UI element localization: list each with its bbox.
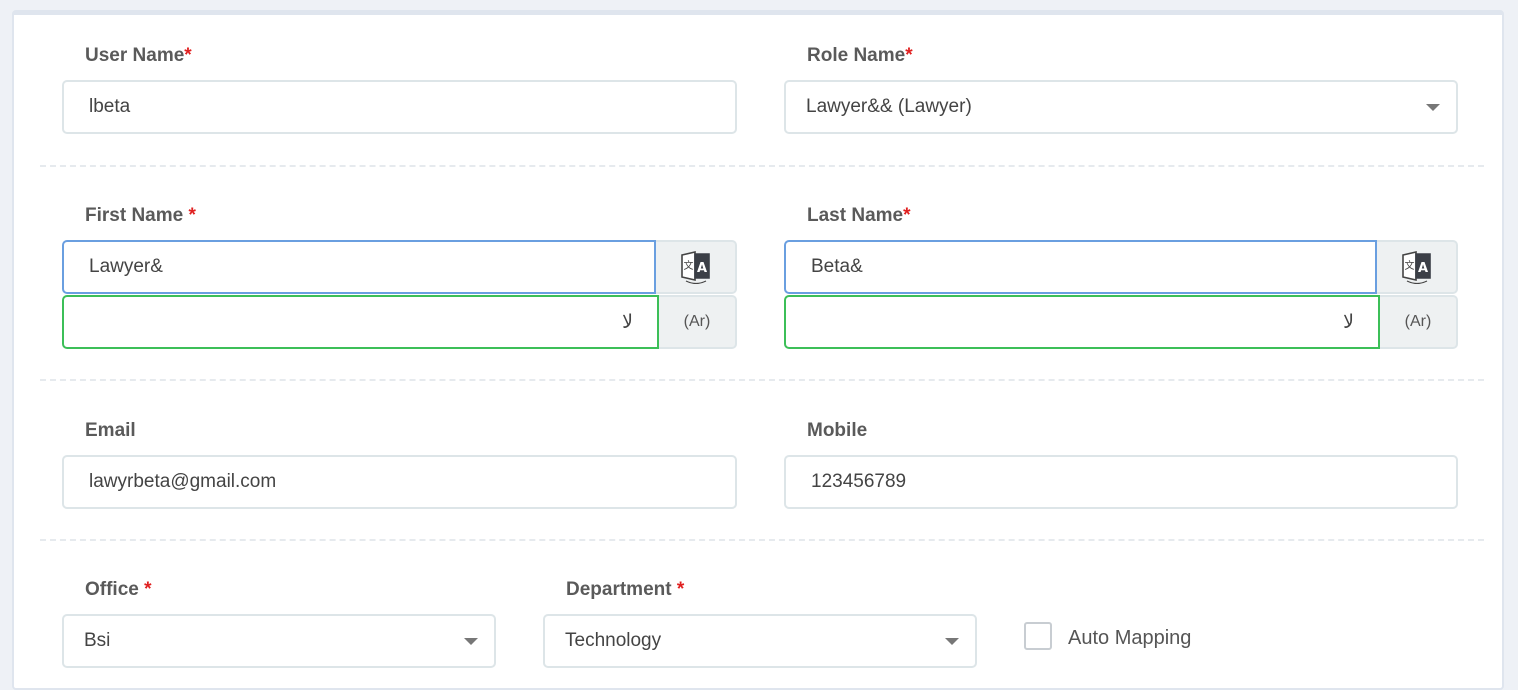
first-name-label: First Name * — [85, 205, 196, 226]
svg-text:文: 文 — [1404, 259, 1414, 272]
user-name-input[interactable]: lbeta — [62, 80, 737, 134]
department-select[interactable]: Technology — [543, 614, 977, 668]
mobile-label: Mobile — [807, 420, 868, 441]
auto-mapping-checkbox[interactable] — [1024, 622, 1052, 650]
svg-text:A: A — [1417, 261, 1427, 276]
role-name-select[interactable]: Lawyer&& (Lawyer) — [784, 80, 1458, 134]
chevron-down-icon — [945, 638, 959, 645]
email-label: Email — [85, 420, 136, 441]
user-name-value: lbeta — [89, 96, 131, 117]
section-divider — [40, 165, 1484, 167]
arabic-addon-label: (Ar) — [1404, 313, 1432, 330]
department-label: Department * — [566, 579, 685, 600]
email-input[interactable]: lawyrbeta@gmail.com — [62, 455, 737, 509]
user-name-label: User Name* — [85, 45, 192, 66]
last-name-input[interactable]: Beta& — [784, 240, 1377, 294]
last-name-arabic-input[interactable]: لا — [784, 295, 1380, 349]
office-label: Office * — [85, 579, 152, 600]
first-name-translate-button[interactable]: A 文 — [656, 240, 737, 294]
section-divider — [40, 539, 1484, 541]
role-name-label: Role Name* — [807, 45, 913, 66]
chevron-down-icon — [464, 638, 478, 645]
translate-icon: A 文 — [1401, 250, 1431, 284]
email-value: lawyrbeta@gmail.com — [89, 471, 277, 492]
department-value: Technology — [565, 630, 662, 651]
last-name-arabic-value: لا — [1343, 311, 1354, 333]
mobile-input[interactable]: 123456789 — [784, 455, 1458, 509]
first-name-input[interactable]: Lawyer& — [62, 240, 656, 294]
office-select[interactable]: Bsi — [62, 614, 496, 668]
section-divider — [40, 379, 1484, 381]
auto-mapping-label[interactable]: Auto Mapping — [1068, 627, 1191, 650]
svg-text:文: 文 — [683, 259, 693, 272]
role-name-value: Lawyer&& (Lawyer) — [806, 96, 972, 117]
arabic-addon-label: (Ar) — [683, 313, 711, 330]
first-name-arabic-input[interactable]: لا — [62, 295, 659, 349]
office-value: Bsi — [84, 630, 111, 651]
translate-icon: A 文 — [680, 250, 710, 284]
mobile-value: 123456789 — [811, 471, 907, 492]
chevron-down-icon — [1426, 104, 1440, 111]
svg-text:A: A — [696, 261, 706, 276]
user-form-card: User Name* lbeta Role Name* Lawyer&& (La… — [12, 10, 1504, 690]
first-name-arabic-value: لا — [622, 311, 633, 333]
last-name-arabic-addon: (Ar) — [1380, 295, 1458, 349]
last-name-label: Last Name* — [807, 205, 911, 226]
card-top-border — [14, 12, 1502, 15]
last-name-translate-button[interactable]: A 文 — [1377, 240, 1458, 294]
first-name-arabic-addon: (Ar) — [659, 295, 737, 349]
first-name-value: Lawyer& — [89, 256, 163, 277]
last-name-value: Beta& — [811, 256, 863, 277]
